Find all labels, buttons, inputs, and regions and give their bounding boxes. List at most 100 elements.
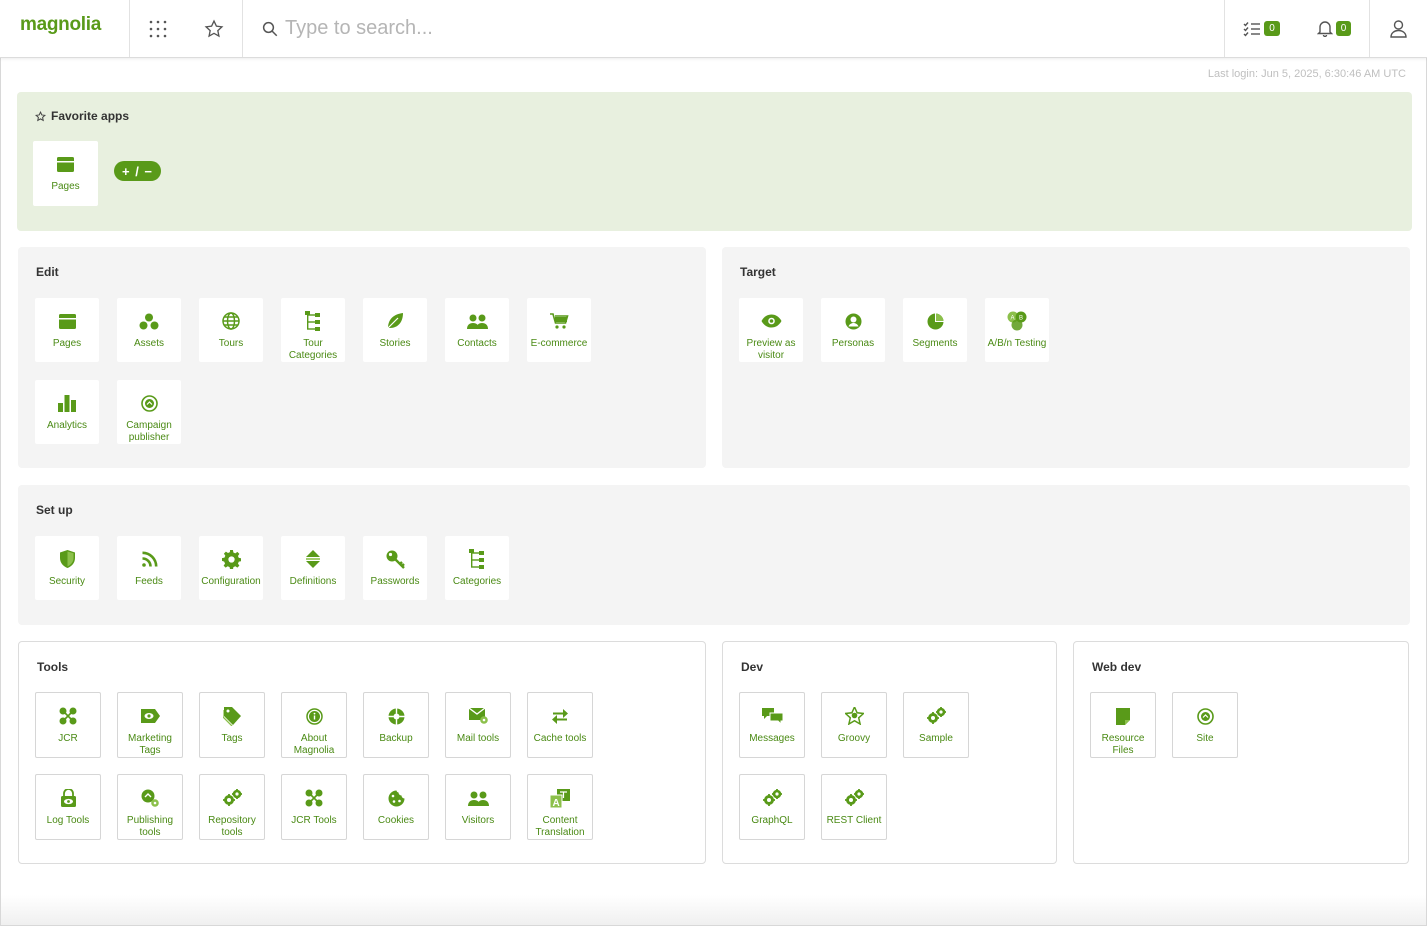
app-tile-marketing-tags[interactable]: Marketing Tags xyxy=(117,692,183,758)
app-tile-cache-tools[interactable]: Cache tools xyxy=(527,692,593,758)
app-tile-passwords[interactable]: Passwords xyxy=(363,536,427,600)
pages-icon xyxy=(58,312,76,330)
search-input[interactable] xyxy=(285,17,1165,40)
app-label: GraphQL xyxy=(751,815,793,826)
app-label: Backup xyxy=(379,733,413,744)
app-label: Marketing Tags xyxy=(128,733,172,756)
eye-icon xyxy=(761,312,782,330)
notifications-button[interactable]: 0 xyxy=(1298,0,1370,57)
tasks-count-badge: 0 xyxy=(1264,21,1280,36)
grid-icon xyxy=(149,20,167,37)
app-label: Publishing tools xyxy=(126,815,174,838)
app-tile-feeds[interactable]: Feeds xyxy=(117,536,181,600)
user-menu-button[interactable] xyxy=(1370,0,1426,57)
app-tile-jcr-tools[interactable]: JCR Tools xyxy=(281,774,347,840)
app-label: Repository tools xyxy=(208,815,256,838)
app-label: Passwords xyxy=(370,576,420,587)
app-tile-site[interactable]: Site xyxy=(1172,692,1238,758)
assets-icon xyxy=(139,312,159,330)
setup-section: Set up Security Feeds Configuration Defi… xyxy=(18,485,1410,625)
svg-text:A: A xyxy=(1011,316,1015,322)
edit-favorites-button[interactable]: + / − xyxy=(114,161,161,181)
notifications-count-badge: 0 xyxy=(1335,21,1352,36)
app-tile-pages[interactable]: Pages xyxy=(35,298,99,362)
app-tile-backup[interactable]: Backup xyxy=(363,692,429,758)
app-label: Preview as visitor xyxy=(746,338,796,361)
tasks-button[interactable]: 0 xyxy=(1225,0,1298,57)
webdev-section-title: Web dev xyxy=(1092,660,1142,674)
cart-icon xyxy=(549,312,569,330)
app-tile-graphql[interactable]: GraphQL xyxy=(739,774,805,840)
app-label: Tags xyxy=(221,733,243,744)
translate-icon: A xyxy=(550,788,570,808)
favorites-button[interactable] xyxy=(186,0,242,57)
file-icon xyxy=(1116,707,1130,725)
cookie-icon xyxy=(388,789,405,807)
user-icon xyxy=(1389,19,1407,38)
app-tile-stories[interactable]: Stories xyxy=(363,298,427,362)
app-label: Tour Categories xyxy=(288,338,338,361)
top-bar: magnolia 0 0 xyxy=(0,0,1427,58)
app-label: Sample xyxy=(919,733,953,744)
app-label: Definitions xyxy=(289,576,337,587)
app-label: Feeds xyxy=(135,576,163,587)
gears-icon xyxy=(762,789,782,807)
app-tile-content-translation[interactable]: A Content Translation xyxy=(527,774,593,840)
app-launcher-button[interactable] xyxy=(130,0,186,57)
gears-icon xyxy=(222,789,242,807)
app-tile-rest-client[interactable]: REST Client xyxy=(821,774,887,840)
app-tile-abn-testing[interactable]: AB A/B/n Testing xyxy=(985,298,1049,362)
app-tile-visitors[interactable]: Visitors xyxy=(445,774,511,840)
rss-icon xyxy=(141,550,158,568)
app-tile-definitions[interactable]: Definitions xyxy=(281,536,345,600)
app-tile-configuration[interactable]: Configuration xyxy=(199,536,263,600)
app-label: Visitors xyxy=(461,815,495,826)
app-tile-groovy[interactable]: Groovy xyxy=(821,692,887,758)
pages-icon xyxy=(57,155,74,173)
app-tile-cookies[interactable]: Cookies xyxy=(363,774,429,840)
app-tile-messages[interactable]: Messages xyxy=(739,692,805,758)
campaign-icon xyxy=(1196,707,1214,725)
app-label: A/B/n Testing xyxy=(987,338,1047,349)
webdev-section: Web dev Resource Files Site xyxy=(1073,641,1409,864)
app-label: JCR xyxy=(58,733,78,744)
app-tile-mail-tools[interactable]: Mail tools xyxy=(445,692,511,758)
groovy-icon xyxy=(844,707,864,725)
app-label: About Magnolia xyxy=(293,733,335,756)
app-tile-security[interactable]: Security xyxy=(35,536,99,600)
app-label: Stories xyxy=(379,338,411,349)
app-tile-tour-categories[interactable]: Tour Categories xyxy=(281,298,345,362)
app-label: Pages xyxy=(52,338,82,349)
app-tile-campaign-publisher[interactable]: Campaign publisher xyxy=(117,380,181,444)
app-label: Groovy xyxy=(837,733,871,744)
app-tile-personas[interactable]: Personas xyxy=(821,298,885,362)
app-tile-repository-tools[interactable]: Repository tools xyxy=(199,774,265,840)
app-tile-e-commerce[interactable]: E-commerce xyxy=(527,298,591,362)
bar-chart-icon xyxy=(58,394,76,412)
app-tile-tours[interactable]: Tours xyxy=(199,298,263,362)
app-tile-publishing-tools[interactable]: Publishing tools xyxy=(117,774,183,840)
app-tile-sample[interactable]: Sample xyxy=(903,692,969,758)
app-tile-tags[interactable]: Tags xyxy=(199,692,265,758)
pie-icon xyxy=(927,312,944,330)
favorite-apps-label: Favorite apps xyxy=(51,109,130,123)
fav-app-pages[interactable]: Pages xyxy=(33,141,98,206)
app-tile-analytics[interactable]: Analytics xyxy=(35,380,99,444)
setup-section-title: Set up xyxy=(36,503,73,517)
app-label: Segments xyxy=(912,338,958,349)
app-tile-log-tools[interactable]: Log Tools xyxy=(35,774,101,840)
magnolia-logo[interactable]: magnolia xyxy=(20,14,101,36)
app-tile-categories[interactable]: Categories xyxy=(445,536,509,600)
app-tile-jcr[interactable]: JCR xyxy=(35,692,101,758)
tree-icon xyxy=(305,311,321,331)
gears-icon xyxy=(844,789,864,807)
mail-icon xyxy=(468,707,488,725)
app-tile-contacts[interactable]: Contacts xyxy=(445,298,509,362)
app-tile-segments[interactable]: Segments xyxy=(903,298,967,362)
app-tile-resource-files[interactable]: Resource Files xyxy=(1090,692,1156,758)
app-label: Categories xyxy=(452,576,502,587)
app-tile-assets[interactable]: Assets xyxy=(117,298,181,362)
app-tile-preview-as-visitor[interactable]: Preview as visitor xyxy=(739,298,803,362)
ab-test-icon: AB xyxy=(1006,311,1028,331)
app-tile-about-magnolia[interactable]: About Magnolia xyxy=(281,692,347,758)
